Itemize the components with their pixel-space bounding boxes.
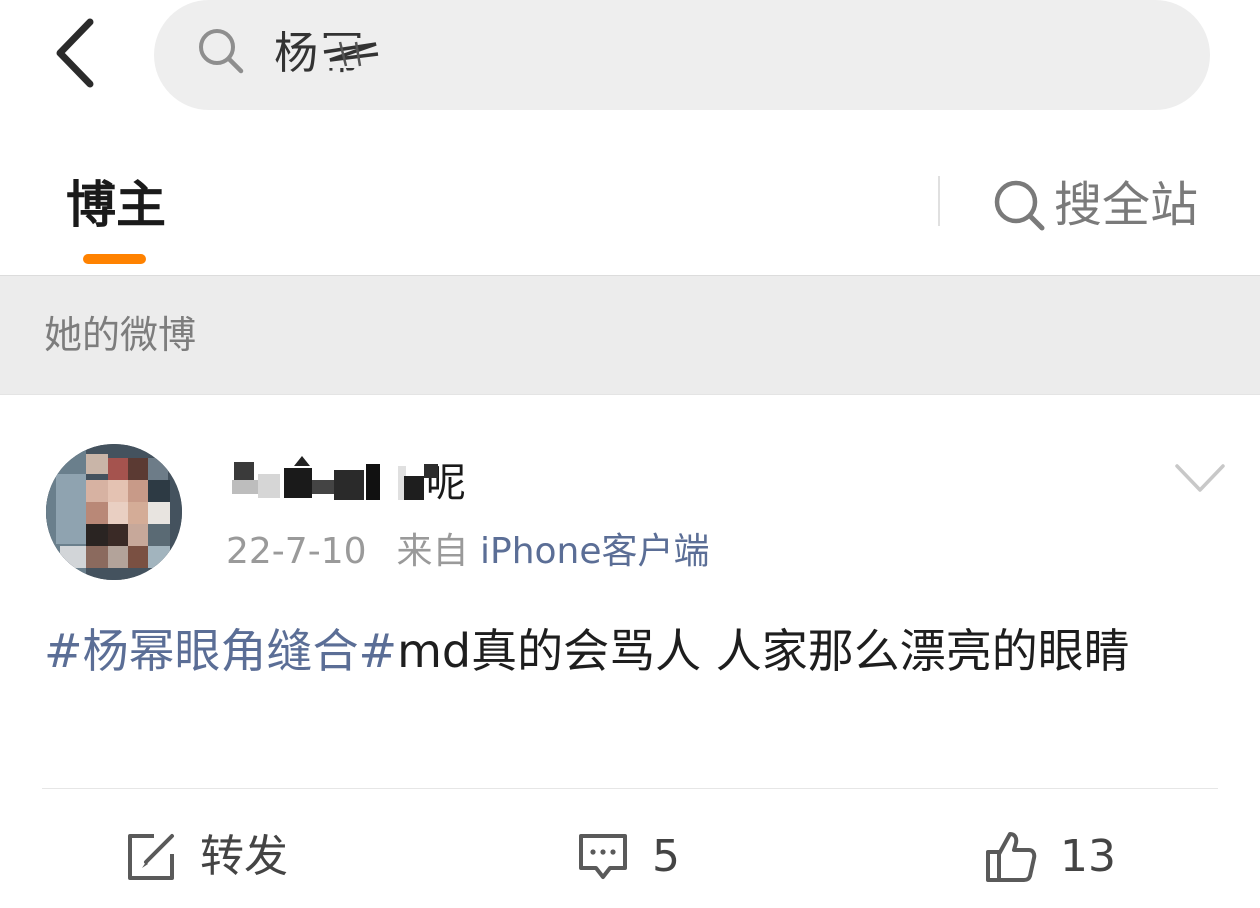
site-search-button[interactable]: 搜全站 xyxy=(992,170,1198,240)
post-meta: 22-7-10 来自 iPhone客户端 xyxy=(226,528,710,576)
thumbs-up-icon xyxy=(986,832,1037,882)
post-source[interactable]: iPhone客户端 xyxy=(480,531,710,572)
tab-bar: 博主 搜全站 xyxy=(0,140,1260,274)
active-tab-indicator xyxy=(83,254,146,264)
comment-button[interactable]: 5 xyxy=(576,822,680,892)
comment-icon xyxy=(579,834,627,879)
like-count: 13 xyxy=(1060,831,1116,882)
back-button[interactable] xyxy=(50,18,106,88)
post-body: #杨幂眼角缝合#md真的会骂人 人家那么漂亮的眼睛 xyxy=(44,618,1224,684)
redacted-name xyxy=(232,456,438,500)
tab-bozhu[interactable]: 博主 xyxy=(66,170,166,240)
post-text: md真的会骂人 人家那么漂亮的眼睛 xyxy=(397,624,1130,678)
section-title: 她的微博 xyxy=(44,313,197,357)
like-button[interactable]: 13 xyxy=(984,822,1116,892)
redaction-scribble xyxy=(320,38,382,68)
comment-count: 5 xyxy=(652,831,680,882)
weibo-post[interactable]: 呢 22-7-10 来自 iPhone客户端 #杨幂眼角缝合#md真的会骂人 人家… xyxy=(0,396,1260,908)
chevron-left-icon xyxy=(56,18,94,88)
search-bar[interactable]: 杨幂 xyxy=(154,0,1210,110)
section-header: 她的微博 xyxy=(0,275,1260,395)
search-icon xyxy=(994,180,1045,231)
post-date: 22-7-10 xyxy=(226,531,367,572)
avatar[interactable] xyxy=(46,444,182,580)
repost-icon xyxy=(128,834,174,880)
avatar-image xyxy=(46,444,182,580)
from-label: 来自 xyxy=(396,531,469,572)
repost-label: 转发 xyxy=(200,831,288,882)
site-search-label: 搜全站 xyxy=(1054,177,1199,233)
search-icon xyxy=(199,29,244,74)
chevron-down-icon[interactable] xyxy=(1174,462,1226,496)
tab-divider xyxy=(938,176,940,226)
action-divider xyxy=(42,788,1218,789)
topic-link[interactable]: #杨幂眼角缝合# xyxy=(44,624,397,678)
repost-button[interactable]: 转发 xyxy=(124,822,288,892)
